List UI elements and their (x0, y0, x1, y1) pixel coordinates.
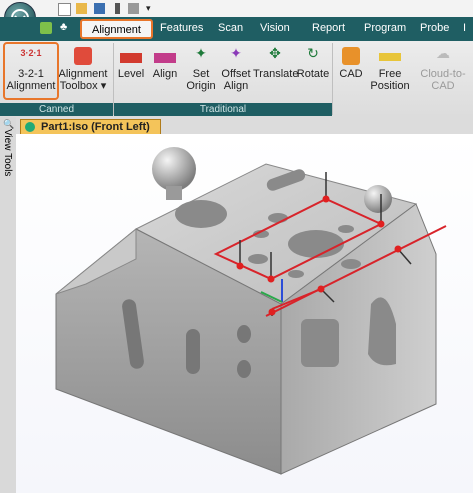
tab-report[interactable]: Report (312, 22, 345, 34)
view-icon (25, 122, 35, 132)
green-status-icon[interactable] (40, 22, 52, 34)
open-folder-icon[interactable] (76, 3, 87, 14)
ribbon-tab-bar: ♣ Alignment Features Scan Vision Report … (0, 17, 473, 41)
tab-features[interactable]: Features (160, 22, 203, 34)
offset-align-icon: ✦ (230, 45, 242, 61)
part-model (55, 147, 447, 475)
view-tools-sidebar[interactable]: 🔍 View Tools (0, 117, 16, 493)
set-origin-label: Set Origin (186, 68, 216, 92)
view-tools-label: View Tools (2, 129, 13, 177)
rotate-icon: ↻ (307, 45, 319, 61)
view-tab-label: Part1:Iso (Front Left) (41, 121, 150, 133)
offset-align-button[interactable]: ✦ Offset Align (219, 45, 253, 92)
translate-icon: ✥ (269, 45, 281, 61)
cad-label: CAD (339, 68, 363, 80)
tab-probe[interactable]: Probe (420, 22, 449, 34)
free-position-button[interactable]: Free Position (368, 47, 412, 92)
tab-program[interactable]: Program (364, 22, 406, 34)
3d-viewport[interactable] (16, 134, 473, 493)
group-label-canned: Canned (0, 103, 113, 116)
tab-view-iso[interactable]: Part1:Iso (Front Left) (20, 119, 161, 135)
save-icon[interactable] (94, 3, 105, 14)
translate-button[interactable]: ✥ Translate (253, 45, 299, 80)
tab-scan[interactable]: Scan (218, 22, 243, 34)
level-button[interactable]: Level (116, 47, 146, 80)
set-origin-button[interactable]: ✦ Set Origin (184, 45, 218, 92)
alignment-toolbox-icon (74, 47, 92, 65)
offset-align-label: Offset Align (221, 68, 251, 92)
set-origin-icon: ✦ (195, 45, 207, 61)
free-position-icon (379, 53, 401, 61)
cloud-to-cad-icon: ☁ (436, 45, 450, 61)
customize-dropdown-icon[interactable]: ▾ (146, 3, 157, 14)
print-icon[interactable] (128, 3, 139, 14)
alignment-toolbox-button[interactable]: Alignment Toolbox ▾ (57, 47, 109, 92)
cloud-to-cad-button[interactable]: ☁ Cloud-to-CAD (412, 45, 473, 92)
translate-label: Translate (253, 68, 299, 80)
tree-view-icon[interactable]: ♣ (60, 21, 67, 33)
alignment-toolbox-label: Alignment Toolbox ▾ (58, 68, 108, 92)
level-icon (120, 53, 142, 63)
align-button[interactable]: Align (150, 47, 180, 80)
ribbon-panel: 3·2·1 3-2-1 Alignment Alignment Toolbox … (0, 41, 473, 117)
tab-vision[interactable]: Vision (260, 22, 290, 34)
free-position-label: Free Position (370, 68, 410, 92)
new-file-icon[interactable] (58, 3, 71, 16)
ribbon-separator (332, 43, 333, 115)
group-label-traditional: Traditional (114, 103, 332, 116)
cad-icon (342, 47, 360, 65)
level-label: Level (117, 68, 145, 80)
rotate-label: Rotate (296, 68, 330, 80)
align-icon (154, 53, 176, 63)
tab-overflow[interactable]: I (463, 22, 466, 34)
highlight-321-alignment (3, 42, 59, 100)
quick-access-toolbar: ▾ (0, 0, 473, 17)
probe-tool-icon[interactable] (115, 3, 120, 14)
rotate-button[interactable]: ↻ Rotate (296, 45, 330, 80)
cloud-to-cad-label: Cloud-to-CAD (420, 68, 466, 92)
align-label: Align (152, 68, 178, 80)
tab-alignment[interactable]: Alignment (80, 19, 153, 39)
cad-button[interactable]: CAD (336, 47, 366, 80)
